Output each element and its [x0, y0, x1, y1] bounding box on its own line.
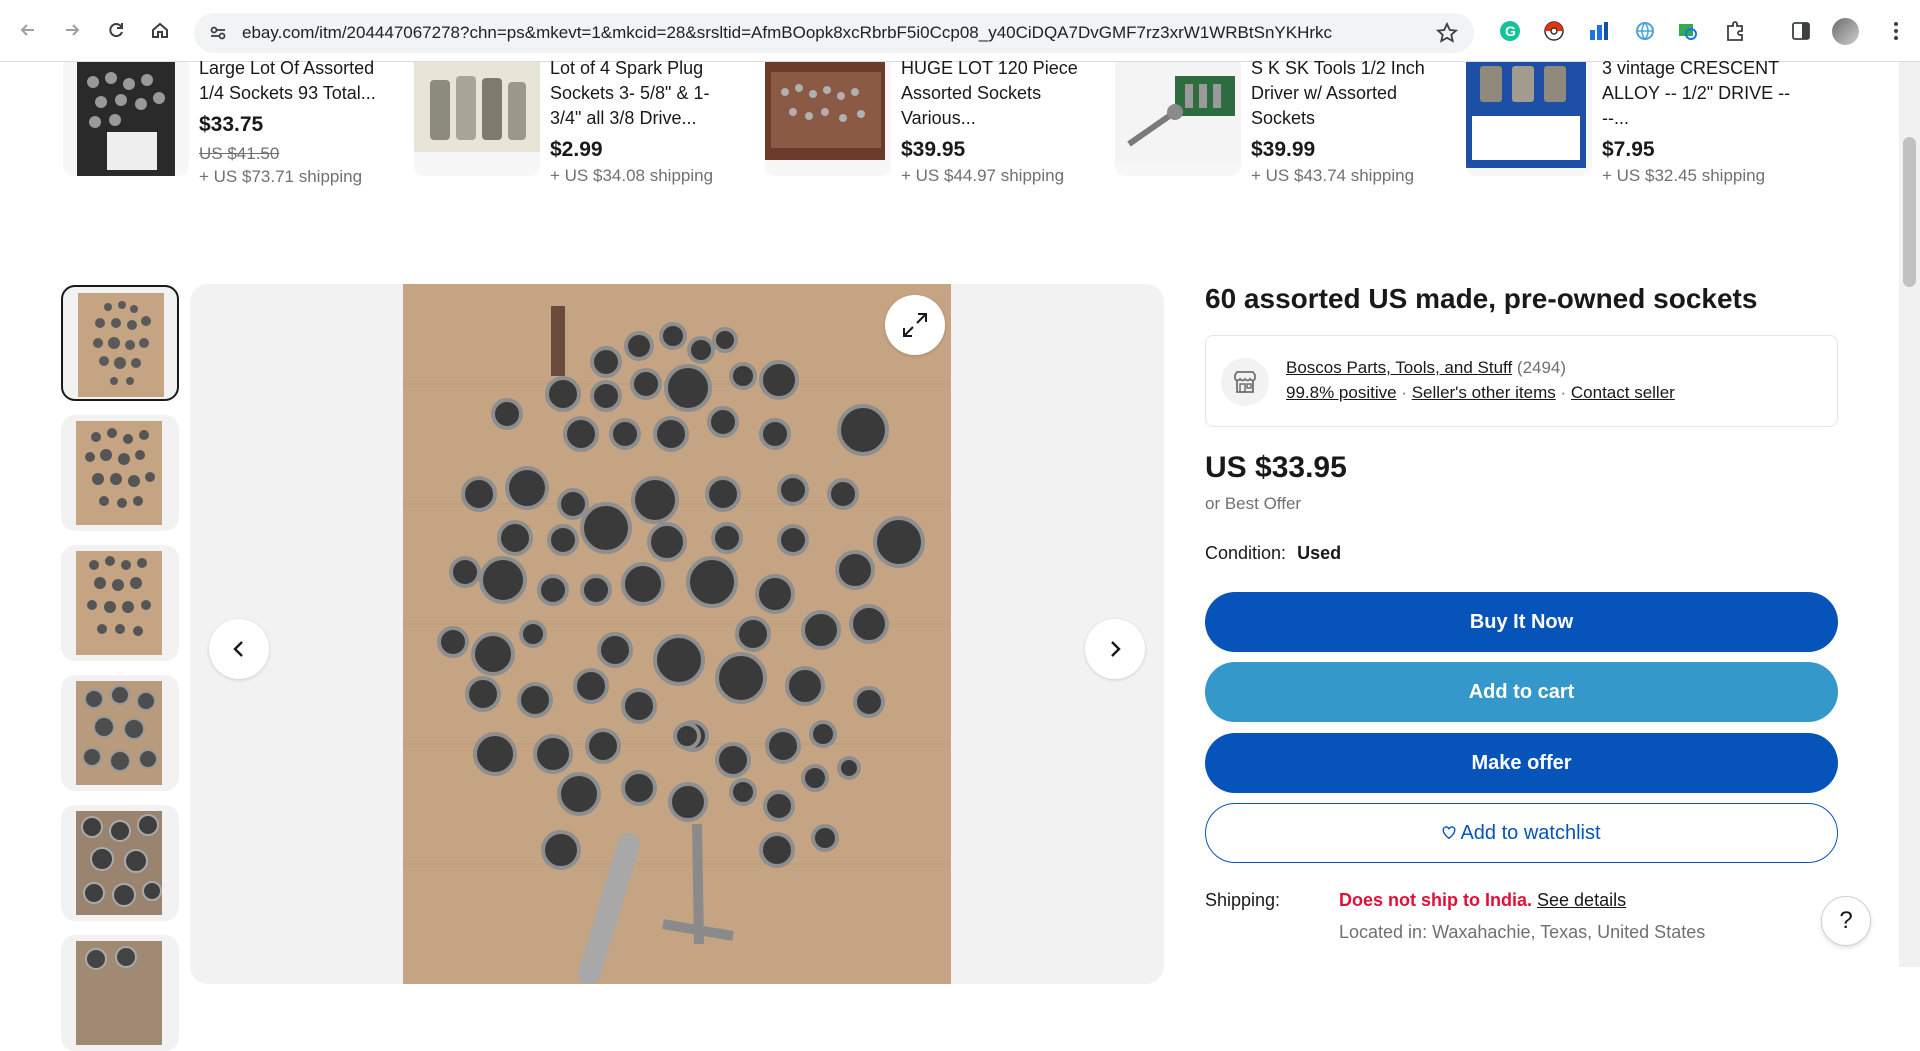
item-location: Located in: Waxahachie, Texas, United St…: [1339, 922, 1706, 942]
image-thumbnail[interactable]: [61, 935, 179, 1051]
help-button[interactable]: ?: [1821, 896, 1871, 946]
svg-text:G: G: [1505, 23, 1516, 39]
analytics-extension-icon[interactable]: [1586, 18, 1612, 44]
seller-other-items-link[interactable]: Seller's other items: [1412, 383, 1556, 402]
best-offer-note: or Best Offer: [1205, 494, 1302, 513]
related-item-image[interactable]: [1115, 62, 1241, 176]
heart-icon: [1443, 826, 1456, 840]
related-item-title[interactable]: HUGE LOT 120 Piece Assorted Sockets Vari…: [901, 56, 1091, 131]
related-item[interactable]: S K SK Tools 1/2 Inch Driver w/ Assorted…: [1115, 58, 1445, 232]
condition-label: Condition:: [1205, 543, 1287, 563]
make-offer-button[interactable]: Make offer: [1205, 733, 1838, 793]
related-item-price: $39.99: [1251, 138, 1316, 161]
chevron-right-icon: [1111, 641, 1121, 657]
related-item-image[interactable]: [414, 62, 540, 176]
address-bar[interactable]: ebay.com/itm/204447067278?chn=ps&mkevt=1…: [194, 13, 1474, 53]
shipping-label: Shipping:: [1205, 890, 1281, 910]
watchlist-label: Add to watchlist: [1460, 821, 1601, 844]
image-thumbnail[interactable]: [61, 805, 179, 921]
chevron-left-icon: [233, 641, 243, 657]
image-thumbnail[interactable]: [61, 285, 179, 401]
add-to-cart-button[interactable]: Add to cart: [1205, 662, 1838, 722]
scrollbar-thumb[interactable]: [1903, 137, 1916, 287]
related-item[interactable]: Lot of 4 Spark Plug Sockets 3- 5/8" & 1-…: [414, 58, 744, 232]
related-item-shipping: + US $73.71 shipping: [199, 167, 363, 186]
related-item[interactable]: Large Lot Of Assorted 1/4 Sockets 93 Tot…: [63, 58, 393, 232]
image-thumbnail[interactable]: [61, 545, 179, 661]
related-item-title[interactable]: Lot of 4 Spark Plug Sockets 3- 5/8" & 1-…: [550, 56, 740, 131]
expand-icon[interactable]: [885, 295, 945, 355]
site-info-icon[interactable]: [208, 23, 228, 48]
image-thumbnail[interactable]: [61, 415, 179, 531]
home-icon[interactable]: [144, 14, 176, 46]
bookmark-star-icon[interactable]: [1435, 21, 1459, 49]
related-item-shipping: + US $34.08 shipping: [550, 166, 714, 185]
previous-image-button[interactable]: [209, 619, 269, 679]
related-item-price: $33.75: [199, 113, 264, 136]
related-item-price: $2.99: [550, 138, 603, 161]
item-title: 60 assorted US made, pre-owned sockets: [1205, 283, 1758, 314]
browser-menu-icon[interactable]: [1883, 18, 1909, 44]
url-text[interactable]: ebay.com/itm/204447067278?chn=ps&mkevt=1…: [242, 23, 1332, 43]
shipping-status: Does not ship to India.: [1339, 890, 1532, 910]
related-item-shipping: + US $44.97 shipping: [901, 166, 1065, 185]
contact-seller-link[interactable]: Contact seller: [1571, 383, 1675, 402]
next-image-button[interactable]: [1085, 619, 1145, 679]
seller-feedback-count: (2494): [1516, 358, 1567, 377]
related-item-title[interactable]: S K SK Tools 1/2 Inch Driver w/ Assorted…: [1251, 56, 1441, 131]
store-icon: [1221, 358, 1269, 406]
search-tool-extension-icon[interactable]: [1675, 18, 1701, 44]
related-item-price: $39.95: [901, 138, 966, 161]
side-panel-icon[interactable]: [1788, 18, 1814, 44]
related-item[interactable]: 3 vintage CRESCENT ALLOY -- 1/2" DRIVE -…: [1466, 58, 1796, 232]
related-item-image[interactable]: [1466, 62, 1592, 176]
pokeball-extension-icon[interactable]: [1541, 18, 1567, 44]
related-item-price: $7.95: [1602, 138, 1655, 161]
browser-toolbar: ebay.com/itm/204447067278?chn=ps&mkevt=1…: [0, 0, 1920, 62]
forward-icon[interactable]: [56, 14, 88, 46]
back-icon[interactable]: [12, 14, 44, 46]
network-extension-icon[interactable]: [1632, 18, 1658, 44]
buy-it-now-button[interactable]: Buy It Now: [1205, 592, 1838, 652]
seller-card: Boscos Parts, Tools, and Stuff (2494) 99…: [1205, 335, 1838, 427]
related-item[interactable]: HUGE LOT 120 Piece Assorted Sockets Vari…: [765, 58, 1095, 232]
related-item-shipping: + US $32.45 shipping: [1602, 166, 1766, 185]
seller-positive-link[interactable]: 99.8% positive: [1286, 383, 1397, 402]
item-price: US $33.95: [1205, 451, 1347, 484]
shipping-value: Does not ship to India. See details: [1339, 890, 1626, 911]
grammarly-extension-icon[interactable]: G: [1497, 18, 1523, 44]
related-item-title[interactable]: 3 vintage CRESCENT ALLOY -- 1/2" DRIVE -…: [1602, 56, 1792, 131]
extensions-puzzle-icon[interactable]: [1722, 18, 1748, 44]
seller-name-link[interactable]: Boscos Parts, Tools, and Stuff: [1286, 358, 1512, 377]
related-item-shipping: + US $43.74 shipping: [1251, 166, 1415, 185]
see-details-link[interactable]: See details: [1537, 890, 1626, 910]
related-item-image[interactable]: [63, 62, 189, 176]
product-photo[interactable]: [403, 284, 951, 984]
related-item-title[interactable]: Large Lot Of Assorted 1/4 Sockets 93 Tot…: [199, 56, 389, 106]
profile-avatar[interactable]: [1832, 18, 1859, 45]
related-item-image[interactable]: [765, 62, 891, 176]
page-scrollbar[interactable]: [1899, 62, 1920, 967]
condition-row: Condition: Used: [1205, 543, 1341, 564]
main-image-viewer: [190, 284, 1164, 984]
related-item-old-price: US $41.50: [199, 144, 280, 163]
condition-value: Used: [1297, 543, 1342, 563]
add-to-watchlist-button[interactable]: Add to watchlist: [1205, 803, 1838, 863]
reload-icon[interactable]: [100, 14, 132, 46]
image-thumbnail[interactable]: [61, 675, 179, 791]
